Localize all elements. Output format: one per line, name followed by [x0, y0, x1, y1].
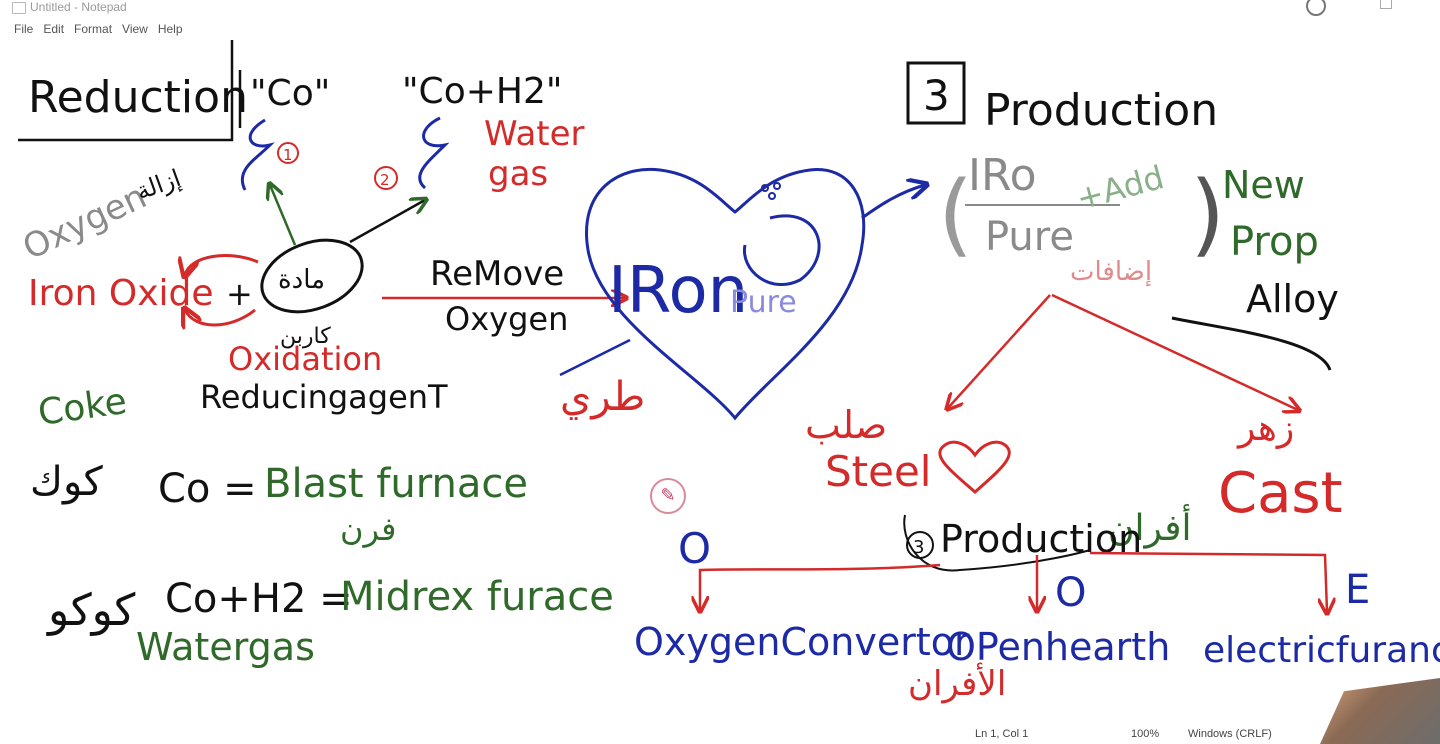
new-label: New: [1222, 163, 1305, 207]
tari-label: طري: [560, 374, 645, 420]
oxygen-converter-label: OxygenConvertor: [634, 620, 970, 664]
heart-to-production-arrow: [861, 185, 925, 220]
zahr-label: زهر: [1236, 408, 1294, 449]
blast-furnace-label: Blast furnace: [264, 461, 528, 507]
pencil-icon[interactable]: ✎: [650, 478, 686, 514]
encoding: Windows (CRLF): [1188, 728, 1272, 740]
coh2-squiggle: [418, 116, 450, 190]
arrow-to-coh2: [349, 200, 425, 244]
plus-sign: +: [226, 275, 253, 313]
remove-oxygen-label: Oxygen: [445, 300, 568, 338]
arrow-to-steel: [948, 294, 1051, 408]
oxygen-label: Oxygen: [17, 177, 153, 269]
watergas-ar-label: كوكو: [46, 585, 135, 636]
izala-label: إزالة: [132, 164, 184, 207]
gas-label: gas: [488, 154, 548, 194]
iron-top-label: IRo: [968, 150, 1037, 201]
num2: 2: [380, 171, 390, 189]
whiteboard-canvas: Reduction "Co" 1 "Co+H2" 2 Water gas Oxy…: [17, 40, 1440, 704]
production2-num: 3: [913, 537, 924, 558]
electric-furnace-label: electricfurance: [1203, 630, 1440, 671]
solb-label: صلب: [805, 403, 887, 447]
water-label: Water: [484, 114, 585, 154]
coke-ar-label: كوك: [30, 459, 104, 505]
open-hearth-label: OPenhearth: [946, 625, 1170, 669]
co-label: "Co": [250, 73, 330, 114]
iron-label: IRon: [608, 254, 748, 328]
reduction-title: Reduction: [28, 72, 248, 123]
arrow-to-co: [270, 185, 297, 246]
heart-dot: [773, 182, 781, 190]
watergas-label: Watergas: [136, 625, 315, 669]
alafran-label: الأفران: [908, 662, 1006, 704]
production-number: 3: [923, 71, 950, 120]
add-label: +Add: [1072, 158, 1168, 218]
right-paren: ): [1190, 162, 1225, 267]
reduction-heading: Reduction: [18, 40, 248, 142]
e-label: E: [1345, 567, 1370, 613]
production-title: Production: [984, 85, 1218, 136]
pure-label: Pure: [730, 285, 797, 320]
steel-heart: [938, 440, 1011, 494]
circle-word: مادة: [278, 265, 325, 295]
num1: 1: [283, 146, 293, 164]
cursor-position: Ln 1, Col 1: [975, 728, 1029, 740]
steel-label: Steel: [825, 447, 931, 496]
heart-pointer-line: [559, 338, 631, 377]
zoom-level: 100%: [1131, 728, 1160, 740]
coke-label: Coke: [36, 381, 130, 434]
midrex-furnace-label: Midrex furace: [340, 574, 614, 620]
alloy-label: Alloy: [1246, 277, 1339, 321]
blast-ar-label: فرن: [340, 510, 396, 548]
remove-label: ReMove: [430, 254, 564, 294]
heart-dot: [768, 192, 776, 200]
arrow-to-electric-furnace: [1089, 551, 1327, 612]
o2-label: O: [1055, 570, 1086, 616]
co-squiggle: [240, 118, 275, 191]
co-equals: Co =: [158, 466, 257, 512]
oxidation-label: Oxidation: [228, 340, 382, 378]
status-bar: Ln 1, Col 1 100% Windows (CRLF): [0, 728, 1440, 744]
o1-label: O: [678, 524, 711, 573]
pure-o-loop: [743, 214, 821, 287]
reducing-agent-label: ReducingagenT: [200, 378, 448, 416]
pure-bottom-label: Pure: [985, 214, 1074, 260]
coh2-equals: Co+H2 =: [165, 576, 353, 622]
arrow-to-oxygen-converter: [700, 563, 941, 610]
idafat-label: إضافات: [1070, 257, 1152, 287]
cast-label: Cast: [1218, 461, 1343, 526]
prop-label: Prop: [1230, 219, 1319, 265]
iron-oxide-label: Iron Oxide: [28, 273, 214, 314]
co-h2-label: "Co+H2": [402, 71, 562, 112]
